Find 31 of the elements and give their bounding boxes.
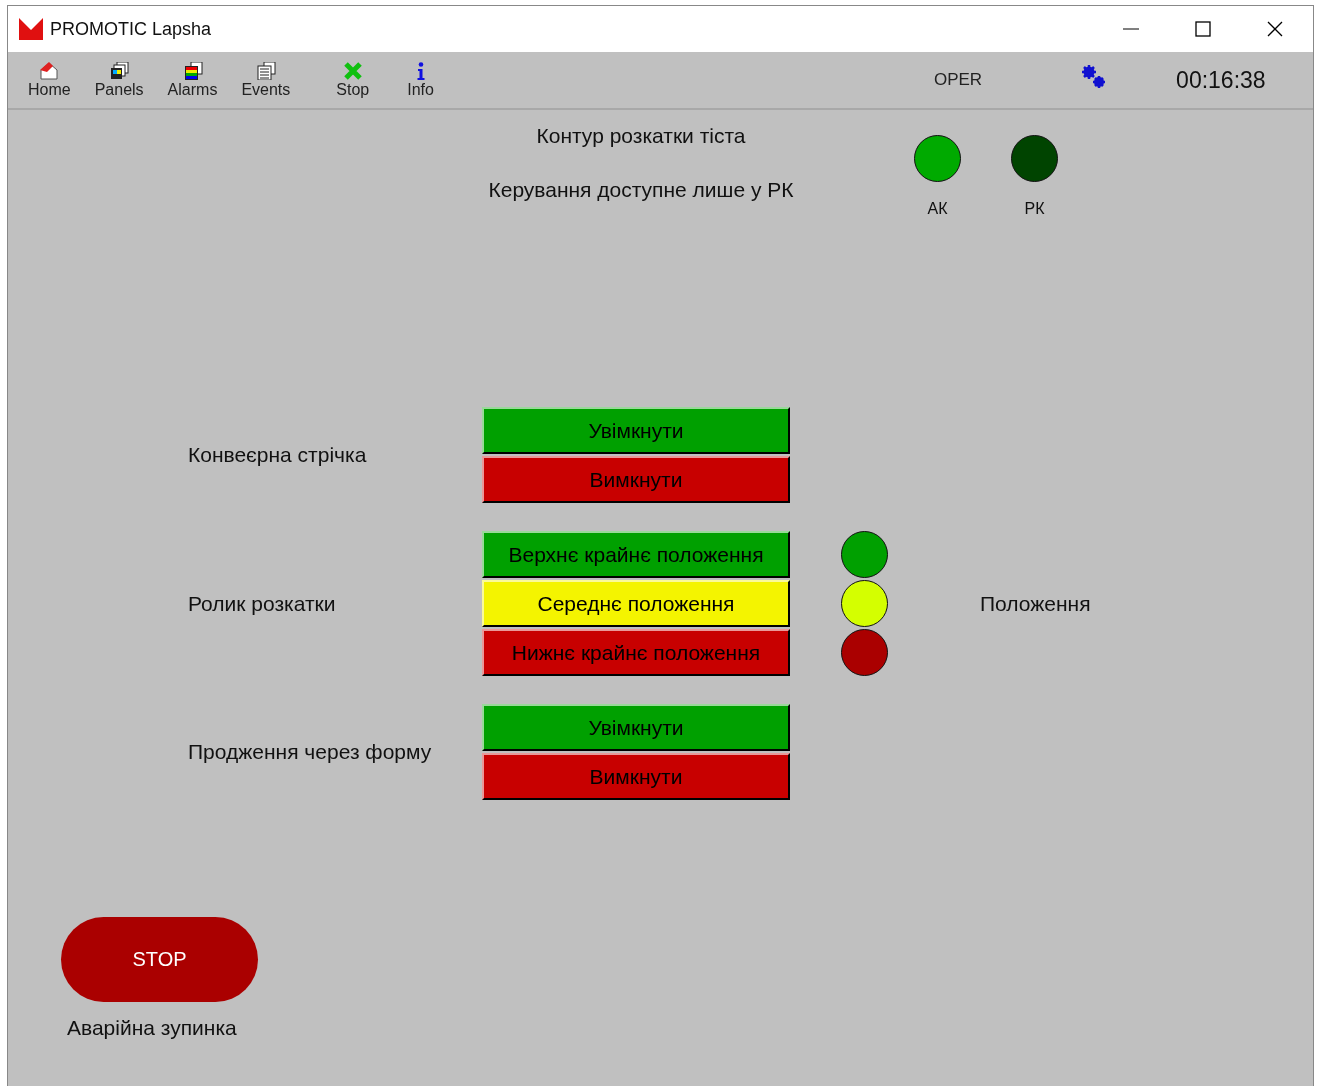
toolbar-button[interactable]: Stop — [332, 59, 374, 101]
list-icon — [255, 61, 276, 80]
app-logo-icon — [19, 18, 43, 40]
group-label: Ролик розкатки — [188, 591, 337, 616]
command-button[interactable]: Середнє положення — [482, 580, 790, 627]
toolbar-button[interactable]: Events — [237, 59, 295, 101]
command-button[interactable]: Увімкнути — [482, 704, 790, 751]
toolbar-button[interactable]: Info — [403, 59, 438, 101]
emergency-label: Аварійна зупинка — [67, 1016, 237, 1040]
group-label: Продження через форму — [188, 740, 433, 764]
command-button[interactable]: Верхнє крайнє положення — [482, 531, 790, 578]
clock: 00:16:38 — [1176, 66, 1266, 94]
mode-label: OPER — [933, 70, 983, 90]
alarm-list-icon — [182, 61, 203, 80]
position-label: Положення — [980, 591, 1091, 616]
cross-icon — [342, 61, 363, 80]
panel-subtitle: Керування доступне лише у РК — [487, 178, 795, 202]
emergency-stop-button[interactable]: STOP — [61, 917, 258, 1002]
group-label: Конвеєрна стрічка — [188, 443, 368, 467]
toolbar-button[interactable]: Panels — [90, 59, 148, 101]
maximize-icon[interactable] — [1195, 21, 1211, 37]
toolbar-button[interactable]: Alarms — [163, 59, 222, 101]
house-icon — [39, 61, 60, 80]
command-button[interactable]: Увімкнути — [482, 407, 790, 454]
window-title: PROMOTIC Lapsha — [50, 18, 212, 40]
toolbar-button[interactable]: Home — [24, 59, 75, 101]
windows-icon — [109, 61, 130, 80]
lamp-label: РК — [1024, 200, 1045, 218]
panel-title: Контур розкатки тіста — [535, 124, 747, 148]
close-icon[interactable] — [1267, 21, 1283, 37]
lamp-label: АК — [927, 200, 948, 218]
